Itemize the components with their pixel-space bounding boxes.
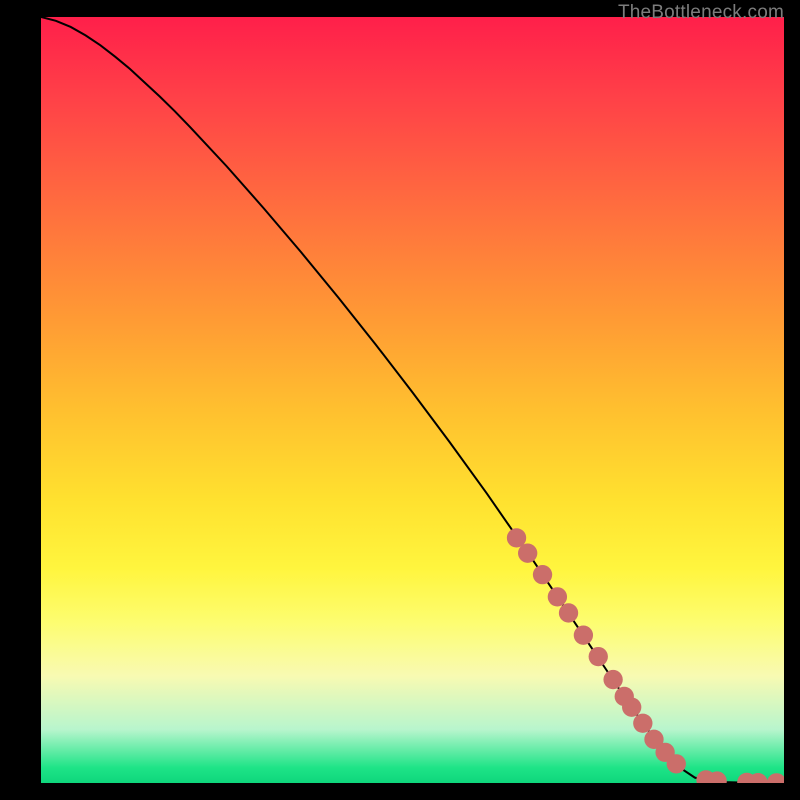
data-marker: [518, 544, 537, 563]
marker-layer: [507, 528, 784, 783]
bottleneck-curve: [41, 17, 784, 783]
data-marker: [574, 626, 593, 645]
data-marker: [633, 714, 652, 733]
data-marker: [559, 603, 578, 622]
data-marker: [622, 698, 641, 717]
data-marker: [767, 773, 784, 783]
data-marker: [667, 754, 686, 773]
data-marker: [533, 565, 552, 584]
data-marker: [603, 670, 622, 689]
data-marker: [548, 587, 567, 606]
chart-frame: TheBottleneck.com: [41, 17, 784, 783]
plot-svg: [41, 17, 784, 783]
data-marker: [589, 647, 608, 666]
